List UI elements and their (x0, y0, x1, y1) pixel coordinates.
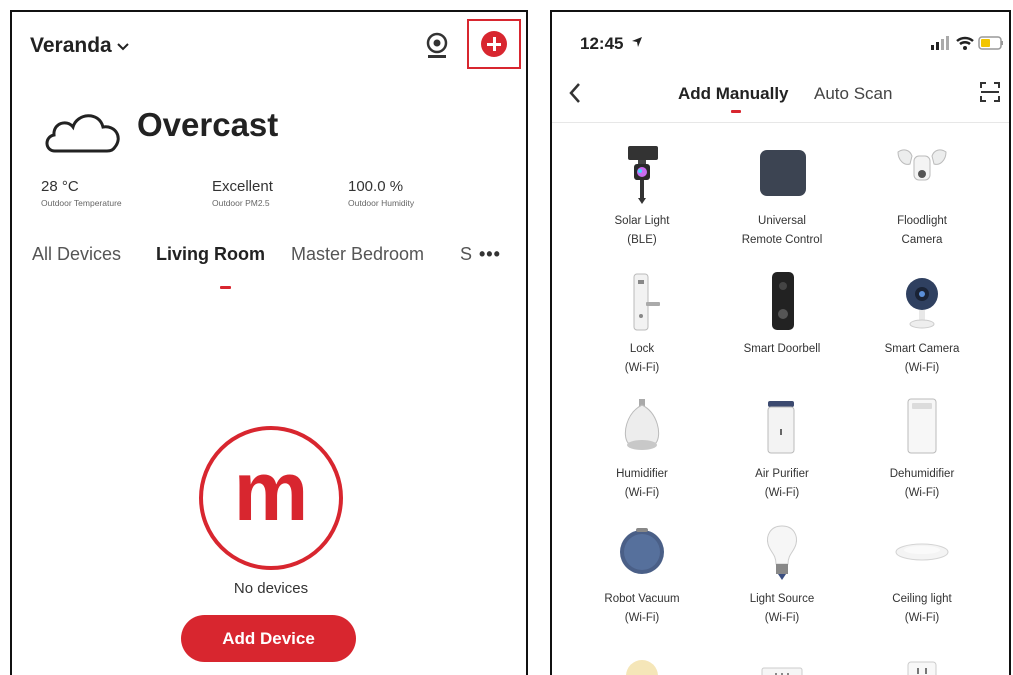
tab-master-bedroom[interactable]: Master Bedroom (291, 244, 424, 265)
empty-state-text: No devices (233, 580, 309, 597)
device-smart-camera[interactable]: Smart Camera (Wi-Fi) (852, 270, 992, 378)
add-device-button[interactable]: Add Device (181, 615, 356, 662)
dehumidifier-icon (907, 398, 937, 454)
lock-icon (633, 273, 660, 331)
device-humidifier[interactable]: Humidifier (Wi-Fi) (572, 395, 712, 503)
room-tabs: All Devices Living Room Master Bedroom S (32, 244, 516, 289)
tab-living-room[interactable]: Living Room (156, 244, 265, 265)
overcast-cloud-icon (45, 114, 120, 153)
tab-auto-scan[interactable]: Auto Scan (814, 84, 892, 104)
chevron-down-icon (117, 43, 129, 51)
location-arrow-icon (632, 37, 642, 47)
device-name: Floodlight (897, 215, 947, 227)
device-subtitle: Camera (901, 234, 943, 246)
device-lock[interactable]: Lock (Wi-Fi) (572, 270, 712, 378)
more-rooms-button[interactable]: ••• (479, 244, 501, 265)
header-divider (552, 122, 1009, 123)
camera-icon[interactable] (424, 31, 450, 59)
device-floodlight-camera[interactable]: Floodlight Camera (852, 142, 992, 250)
device-name: Smart Doorbell (743, 343, 821, 355)
active-tab-indicator (220, 286, 231, 289)
air-purifier-icon (767, 401, 795, 454)
status-icons (931, 36, 1003, 50)
device-subtitle: (Wi-Fi) (764, 487, 800, 499)
ceiling-light-icon (895, 543, 949, 561)
device-partial-3[interactable] (852, 650, 992, 675)
home-name: Veranda (30, 34, 112, 57)
floodlight-camera-icon (897, 149, 947, 181)
device-name: Smart Camera (884, 343, 960, 355)
stat-value: Excellent (212, 178, 273, 195)
device-name: Dehumidifier (889, 468, 955, 480)
back-arrow-icon[interactable] (568, 82, 582, 104)
device-subtitle: (Wi-Fi) (904, 362, 940, 374)
device-name: Light Source (749, 593, 815, 605)
device-name: Air Purifier (755, 468, 809, 480)
device-partial-2[interactable] (712, 650, 852, 675)
light-source-icon (767, 525, 797, 580)
tab-partial[interactable]: S (460, 244, 472, 265)
device-partial-1[interactable] (572, 650, 712, 675)
device-subtitle: (Wi-Fi) (904, 612, 940, 624)
device-robot-vacuum[interactable]: Robot Vacuum (Wi-Fi) (572, 520, 712, 628)
stat-label: Outdoor Humidity (348, 198, 415, 208)
device-solar-light[interactable]: Solar Light (BLE) (572, 142, 712, 250)
device-name: Solar Light (614, 215, 670, 227)
device-universal-remote[interactable]: Universal Remote Control (712, 142, 852, 250)
home-screen: Veranda Overcast 28 °C Outdoor Temperatu… (10, 10, 528, 675)
stat-value: 28 °C (41, 178, 79, 195)
device-name: Universal (758, 215, 806, 227)
device-name: Ceiling light (892, 593, 952, 605)
device-subtitle: (Wi-Fi) (624, 612, 660, 624)
active-tab-indicator (731, 110, 741, 113)
device-subtitle: (Wi-Fi) (624, 362, 660, 374)
weather-condition: Overcast (137, 106, 279, 143)
stat-value: 100.0 % (348, 178, 404, 195)
device-subtitle: (Wi-Fi) (764, 612, 800, 624)
add-icon[interactable] (481, 31, 507, 57)
wifi-icon (956, 36, 974, 50)
humidifier-icon (624, 399, 660, 450)
device-dehumidifier[interactable]: Dehumidifier (Wi-Fi) (852, 395, 992, 503)
signal-icon (931, 36, 949, 50)
device-subtitle: (Wi-Fi) (904, 487, 940, 499)
tab-add-manually[interactable]: Add Manually (678, 84, 789, 104)
stat-label: Outdoor Temperature (41, 198, 122, 208)
device-ceiling-light[interactable]: Ceiling light (Wi-Fi) (852, 520, 992, 628)
stat-humidity: 100.0 % Outdoor Humidity (348, 178, 414, 208)
device-light-source[interactable]: Light Source (Wi-Fi) (712, 520, 852, 628)
smart-doorbell-icon (772, 272, 794, 330)
smart-camera-icon (906, 278, 938, 329)
scan-icon[interactable] (979, 81, 1001, 103)
universal-remote-icon (760, 150, 806, 196)
logo-letter: m (234, 444, 309, 538)
device-name: Lock (629, 343, 655, 355)
home-selector[interactable]: Veranda (30, 34, 130, 58)
add-button-highlight[interactable] (467, 19, 521, 69)
device-subtitle: (BLE) (627, 234, 657, 246)
device-name: Robot Vacuum (604, 593, 680, 605)
robot-vacuum-icon (620, 528, 664, 574)
device-air-purifier[interactable]: Air Purifier (Wi-Fi) (712, 395, 852, 503)
battery-icon (978, 36, 1003, 50)
device-partial-icon (907, 661, 937, 675)
brand-logo: m (199, 426, 343, 570)
device-partial-icon (626, 660, 658, 675)
device-partial-icon (761, 667, 803, 675)
device-name: Humidifier (616, 468, 668, 480)
solar-light-icon (628, 146, 658, 204)
stat-pm25: Excellent Outdoor PM2.5 (212, 178, 273, 208)
tab-all-devices[interactable]: All Devices (32, 244, 121, 265)
stat-label: Outdoor PM2.5 (212, 198, 270, 208)
stat-temperature: 28 °C Outdoor Temperature (41, 178, 122, 208)
status-time: 12:45 (580, 34, 624, 53)
device-subtitle: Remote Control (741, 234, 823, 246)
add-device-screen: 12:45 Add Manually Auto Scan Solar Light… (550, 10, 1011, 675)
device-subtitle: (Wi-Fi) (624, 487, 660, 499)
device-smart-doorbell[interactable]: Smart Doorbell (712, 270, 852, 359)
